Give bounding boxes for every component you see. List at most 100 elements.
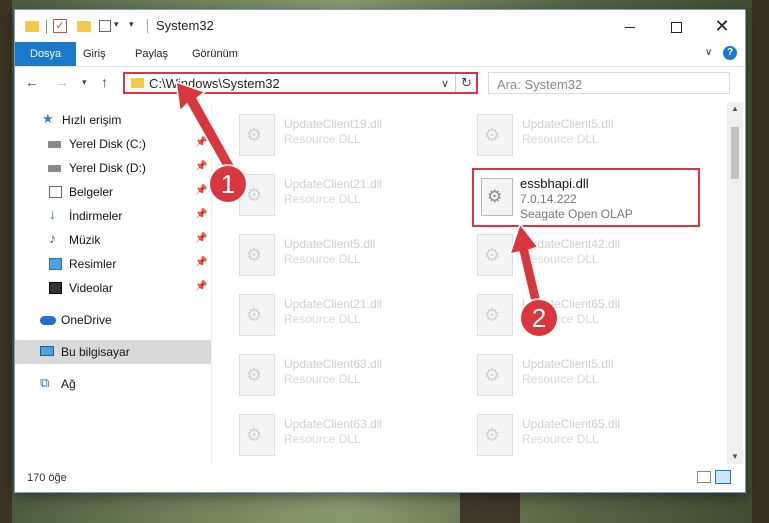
sidebar-item-this-pc[interactable]: Bu bilgisayar [15,340,211,364]
file-name: UpdateClient19.dll [284,117,383,131]
dll-file-icon [239,354,275,396]
pin-icon[interactable]: 📌 [195,209,207,220]
pin-icon[interactable]: 📌 [195,161,207,172]
list-item[interactable]: UpdateClient63.dll Resource DLL [212,348,412,406]
list-item[interactable]: UpdateClient5.dll Resource DLL [212,228,412,286]
sidebar-item-documents[interactable]: Belgeler 📌 [15,180,211,204]
tab-share[interactable]: Paylaş [125,42,178,66]
vertical-scrollbar[interactable]: ▲ ▼ [727,102,743,464]
list-item[interactable]: UpdateClient19.dll Resource DLL [212,108,412,166]
step-1-callout: 1 [210,166,246,202]
file-type: Resource DLL [284,132,361,146]
sidebar-item-music[interactable]: ♪ Müzik 📌 [15,228,211,252]
close-button[interactable]: ✕ [699,10,745,42]
pin-icon[interactable]: 📌 [195,137,207,148]
folder-icon [25,21,39,32]
sidebar-item-downloads[interactable]: ↓ İndirmeler 📌 [15,204,211,228]
help-icon[interactable]: ? [723,46,737,60]
file-name: UpdateClient5.dll [522,117,614,131]
status-bar: 170 öğe [15,466,745,490]
video-icon [49,282,62,294]
file-name: UpdateClient63.dll [284,357,383,371]
dll-file-icon [477,114,513,156]
file-name: UpdateClient42.dll [522,237,621,251]
background-trunk [752,0,769,523]
details-view-icon[interactable] [697,471,711,483]
explorer-window: ✓ ▾ ▾ System32 ✕ Dosya Giriş Paylaş Görü… [15,10,745,492]
pin-icon[interactable]: 📌 [195,233,207,244]
list-item[interactable]: UpdateClient5.dll Resource DLL [450,108,650,166]
sidebar-item-quick-access[interactable]: ★ Hızlı erişim [15,108,211,132]
cloud-icon [40,316,56,325]
dll-file-icon [477,354,513,396]
chevron-down-icon[interactable]: ▾ [114,19,119,35]
sidebar-item-videos[interactable]: Videolar 📌 [15,276,211,300]
forward-arrow-icon[interactable]: → [55,74,69,90]
minimize-button[interactable] [607,10,653,42]
search-box[interactable] [488,72,730,94]
sidebar-item-onedrive[interactable]: OneDrive [15,308,211,332]
item-count: 170 öğe [27,472,67,484]
tiles-view-icon[interactable] [715,470,731,484]
back-arrow-icon[interactable]: ← [25,74,39,90]
close-icon: ✕ [714,16,730,36]
file-name: UpdateClient65.dll [522,417,621,431]
list-item[interactable]: UpdateClient42.dll Resource DLL [450,228,650,286]
refresh-icon[interactable]: ↻ [455,74,477,92]
navigation-bar: ← → ▾ ↑ C:\Windows\System32 ∨ ↻ [15,67,745,99]
file-type: Resource DLL [522,372,599,386]
address-path[interactable]: C:\Windows\System32 [149,76,280,91]
sidebar-item-network[interactable]: ⧉ Ağ [15,372,211,396]
scroll-up-icon[interactable]: ▲ [727,102,743,116]
background-trunk [460,492,520,523]
address-bar[interactable]: C:\Windows\System32 ∨ ↻ [123,72,478,94]
sidebar-item-local-disk-c[interactable]: Yerel Disk (C:) 📌 [15,132,211,156]
file-list: UpdateClient19.dll Resource DLL UpdateCl… [212,102,727,464]
sidebar-item-label: Belgeler [69,185,114,199]
pin-icon[interactable]: 📌 [195,185,207,196]
new-folder-icon[interactable] [77,21,91,32]
file-name: essbhapi.dll [520,176,589,191]
sidebar-item-label: OneDrive [61,313,112,327]
expand-ribbon-icon[interactable]: ∨ [705,47,712,58]
highlighted-file-essbhapi[interactable]: essbhapi.dll 7.0.14.222 Seagate Open OLA… [472,168,700,227]
sidebar-item-label: Ağ [61,377,76,391]
dll-file-icon [477,294,513,336]
file-type: Resource DLL [284,372,361,386]
dll-file-icon [477,234,513,276]
minimize-icon [625,26,635,28]
sidebar-item-local-disk-d[interactable]: Yerel Disk (D:) 📌 [15,156,211,180]
background-trunk [0,0,12,523]
maximize-button[interactable] [653,10,699,42]
file-name: UpdateClient21.dll [284,177,383,191]
file-name: UpdateClient5.dll [284,237,376,251]
toolbar-divider [46,20,47,34]
tab-home[interactable]: Giriş [73,42,116,66]
download-icon: ↓ [49,206,56,222]
properties-icon[interactable] [99,20,111,32]
tab-view[interactable]: Görünüm [182,42,248,66]
customize-toolbar-icon[interactable]: ▾ [129,19,134,35]
list-item[interactable]: UpdateClient5.dll Resource DLL [450,348,650,406]
scroll-down-icon[interactable]: ▼ [727,450,743,464]
list-item[interactable]: UpdateClient63.dll Resource DLL [212,408,412,464]
up-arrow-icon[interactable]: ↑ [101,74,108,90]
sidebar-item-pictures[interactable]: Resimler 📌 [15,252,211,276]
chevron-down-icon[interactable]: ∨ [441,77,449,90]
list-item[interactable]: UpdateClient21.dll Resource DLL [212,288,412,346]
dll-file-icon [239,414,275,456]
pin-icon[interactable]: 📌 [195,257,207,268]
properties-check-icon[interactable]: ✓ [53,19,67,33]
search-input[interactable] [495,74,729,94]
recent-locations-icon[interactable]: ▾ [82,77,87,88]
dll-file-icon [239,234,275,276]
sidebar-item-label: Yerel Disk (C:) [69,137,146,151]
documents-icon [49,186,62,198]
scrollbar-thumb[interactable] [731,127,739,179]
computer-icon [40,346,54,356]
dll-file-icon [477,414,513,456]
file-name: UpdateClient21.dll [284,297,383,311]
list-item[interactable]: UpdateClient65.dll Resource DLL [450,408,650,464]
pin-icon[interactable]: 📌 [195,281,207,292]
tab-file[interactable]: Dosya [15,42,77,66]
